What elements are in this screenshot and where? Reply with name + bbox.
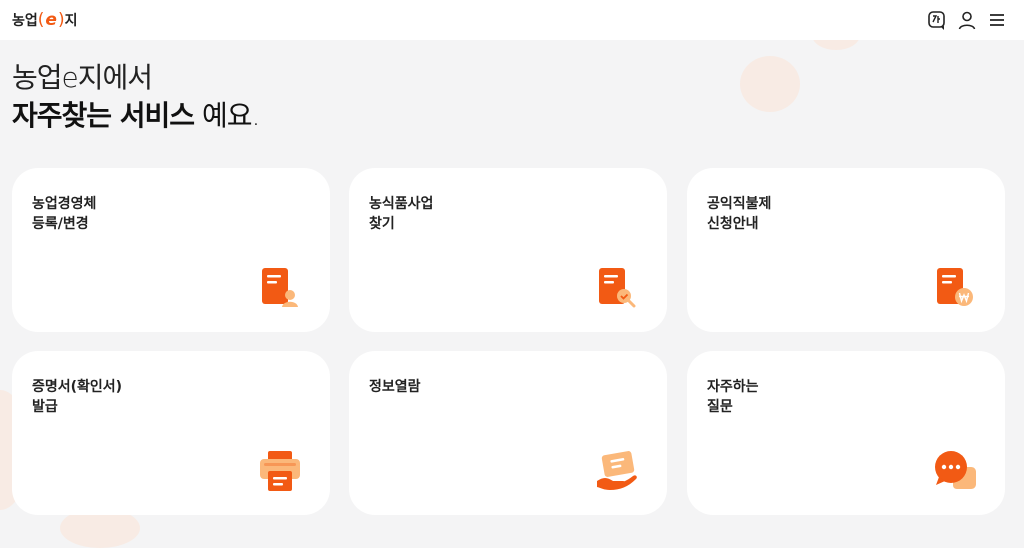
service-card-faq[interactable]: 자주하는 질문 (687, 351, 1005, 515)
card-title-line1: 농업경영체 (32, 196, 97, 212)
chat-bubble-icon (935, 451, 976, 489)
menu-button[interactable] (986, 9, 1008, 31)
hero-headline: 농업e지에서 자주찾는 서비스 예요. (12, 60, 260, 136)
document-person-icon (262, 268, 298, 307)
document-won-icon (937, 268, 973, 306)
card-title: 공익직불제 신청안내 (707, 194, 771, 234)
card-title: 농식품사업 찾기 (369, 194, 433, 234)
service-card-agri-business[interactable]: 농식품사업 찾기 (349, 168, 667, 332)
service-card-farm-registration[interactable]: 농업경영체 등록/변경 (12, 168, 330, 332)
card-title: 자주하는 질문 (707, 377, 759, 417)
top-navigation-bar: 농업 ( e ) 지 (0, 0, 1024, 40)
menu-icon (990, 14, 1004, 26)
logo-e: e (45, 10, 57, 30)
language-icon (928, 11, 945, 30)
card-title-line2: 신청안내 (707, 216, 759, 232)
card-title-line2: 질문 (707, 399, 733, 415)
document-search-icon (599, 268, 636, 308)
hero-line2-bold: 자주찾는 서비스 (12, 99, 195, 132)
service-card-info-view[interactable]: 정보열람 (349, 351, 667, 515)
logo-prefix: 농업 (12, 13, 38, 29)
language-button[interactable] (926, 9, 948, 31)
service-card-certificate[interactable]: 증명서(확인서) 발급 (12, 351, 330, 515)
card-title-line1: 자주하는 (707, 379, 759, 395)
user-icon (958, 11, 976, 30)
logo-paren-open: ( (37, 10, 45, 30)
service-card-direct-payment[interactable]: 공익직불제 신청안내 (687, 168, 1005, 332)
hero-line1: 농업e지에서 (12, 61, 153, 94)
card-title: 농업경영체 등록/변경 (32, 194, 96, 234)
hand-document-icon (597, 451, 637, 490)
card-title-line1: 공익직불제 (707, 196, 772, 212)
card-title-line1: 증명서(확인서) (32, 379, 123, 395)
card-title-line2: 찾기 (369, 216, 395, 232)
logo-suffix: 지 (64, 13, 78, 29)
card-title-line1: 농식품사업 (369, 196, 434, 212)
hero-line2-rest: 예요. (194, 99, 260, 132)
decor-circle (740, 56, 800, 112)
card-title: 증명서(확인서) 발급 (32, 377, 122, 417)
card-title-line2: 등록/변경 (32, 216, 89, 232)
logo[interactable]: 농업 ( e ) 지 (12, 7, 77, 33)
logo-paren-close: ) (57, 10, 65, 30)
printer-icon (260, 451, 300, 491)
user-button[interactable] (956, 9, 978, 31)
card-title-line2: 발급 (32, 399, 58, 415)
hero-line2: 자주찾는 서비스 예요. (12, 96, 260, 136)
card-title: 정보열람 (369, 377, 421, 397)
card-title-line1: 정보열람 (369, 379, 421, 395)
